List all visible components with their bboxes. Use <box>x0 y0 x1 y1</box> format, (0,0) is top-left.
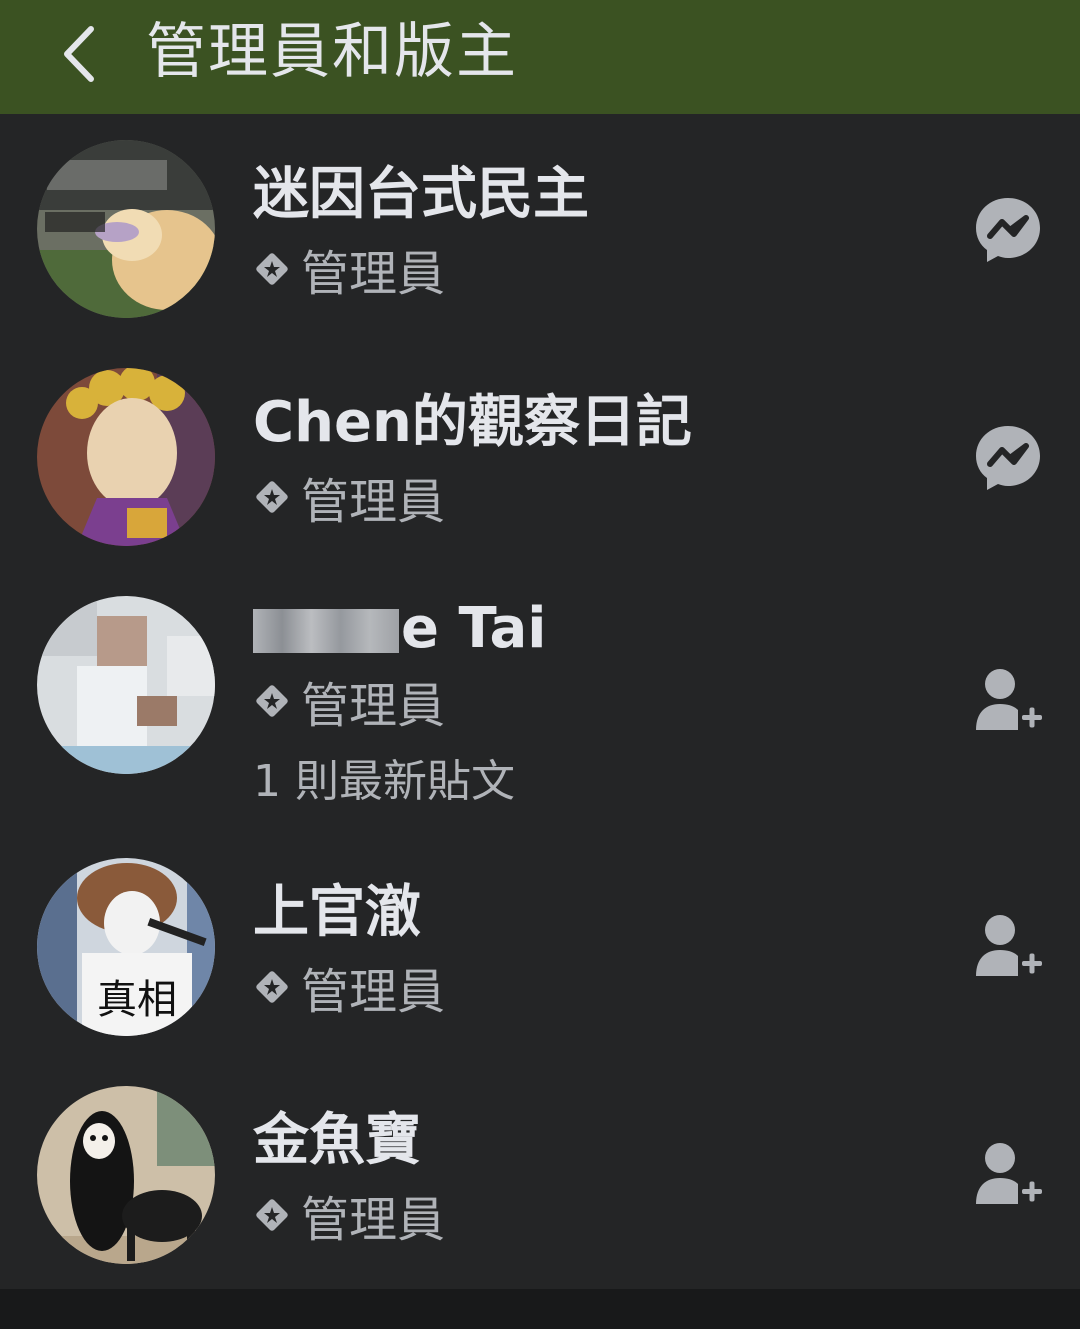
avatar[interactable] <box>37 596 215 774</box>
chevron-left-icon <box>64 26 94 82</box>
top-app-bar: 管理員和版主 <box>0 0 1080 114</box>
role-label: 管理員 <box>301 474 446 530</box>
admins-and-moderators-screen: 管理員和版主 迷因台式民主 管理員 Chen的觀察日記 管理員 e Tai 管理… <box>0 0 1080 1329</box>
avatar[interactable] <box>37 368 215 546</box>
avatar[interactable] <box>37 140 215 318</box>
messenger-icon <box>976 426 1040 490</box>
messenger-icon <box>976 198 1040 262</box>
add-friend-button[interactable] <box>966 660 1050 744</box>
role-label: 管理員 <box>301 1192 446 1248</box>
add-friend-icon <box>976 915 1042 976</box>
bottom-bar <box>0 1289 1080 1329</box>
member-role: 管理員 <box>253 472 445 532</box>
messenger-button[interactable] <box>966 416 1050 500</box>
svg-text:真相: 真相 <box>97 977 177 1023</box>
member-name[interactable]: 上官澈 <box>253 880 421 946</box>
list-item[interactable]: Chen的觀察日記 管理員 <box>0 358 1080 568</box>
add-friend-button[interactable] <box>966 906 1050 990</box>
avatar[interactable]: 真相 <box>37 858 215 1036</box>
add-friend-button[interactable] <box>966 1134 1050 1218</box>
avatar[interactable] <box>37 1086 215 1264</box>
list-item[interactable]: 金魚寶 管理員 <box>0 1076 1080 1286</box>
member-role: 管理員 <box>253 676 445 736</box>
member-name[interactable]: 金魚寶 <box>253 1108 421 1174</box>
blurred-name-segment <box>253 609 399 653</box>
back-button[interactable] <box>40 14 120 94</box>
admin-badge-icon <box>256 685 288 717</box>
member-name[interactable]: Chen的觀察日記 <box>253 390 692 456</box>
admin-badge-icon <box>256 253 288 285</box>
add-friend-icon <box>976 1143 1042 1204</box>
role-label: 管理員 <box>301 246 446 302</box>
role-label: 管理員 <box>301 964 446 1020</box>
messenger-button[interactable] <box>966 188 1050 272</box>
admin-badge-icon <box>256 971 288 1003</box>
member-name[interactable]: e Tai <box>253 596 546 662</box>
admin-badge-icon <box>256 481 288 513</box>
member-role: 管理員 <box>253 962 445 1022</box>
member-role: 管理員 <box>253 1190 445 1250</box>
member-role: 管理員 <box>253 244 445 304</box>
member-name[interactable]: 迷因台式民主 <box>253 162 589 228</box>
list-item[interactable]: e Tai 管理員 1 則最新貼文 <box>0 586 1080 836</box>
role-label: 管理員 <box>301 678 446 734</box>
recent-posts-count[interactable]: 1 則最新貼文 <box>253 754 515 810</box>
page-title: 管理員和版主 <box>146 17 518 87</box>
list-item[interactable]: 真相 上官澈 管理員 <box>0 848 1080 1058</box>
add-friend-icon <box>976 669 1042 730</box>
admin-badge-icon <box>256 1199 288 1231</box>
list-item[interactable]: 迷因台式民主 管理員 <box>0 130 1080 340</box>
